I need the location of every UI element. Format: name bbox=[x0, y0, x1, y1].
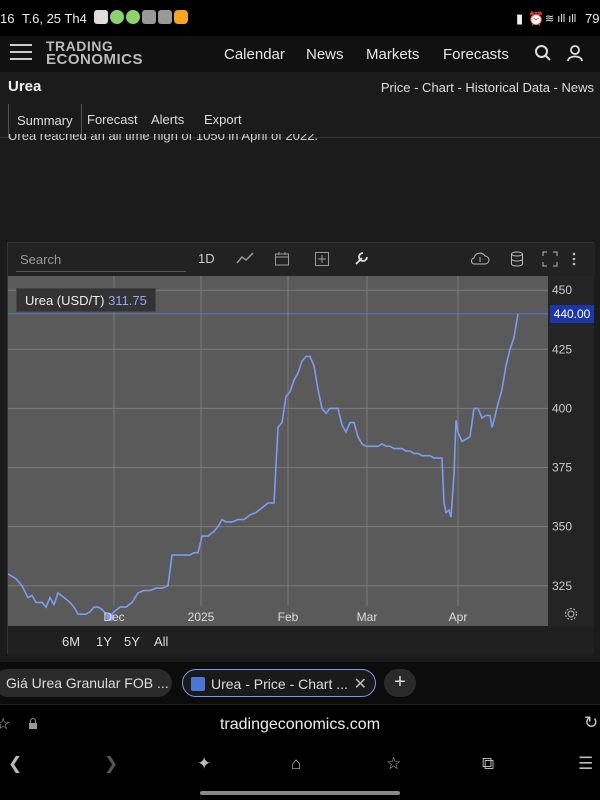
status-date: T.6, 25 Th4 bbox=[22, 11, 87, 26]
tab-forecast[interactable]: Forecast bbox=[87, 112, 138, 127]
site-navbar: TRADING ECONOMICS Calendar News Markets … bbox=[0, 36, 600, 72]
reload-icon[interactable]: ↻ bbox=[584, 713, 598, 733]
browser-tab-label: Urea - Price - Chart ... bbox=[211, 676, 348, 692]
chart-toolbar: 1D bbox=[8, 243, 595, 276]
forward-icon[interactable]: ❯ bbox=[104, 754, 118, 774]
url-bar: ☆ tradingeconomics.com ↻ bbox=[0, 704, 600, 740]
assistant-icon[interactable]: ✦ bbox=[197, 754, 211, 774]
new-tab-button[interactable]: + bbox=[384, 669, 416, 697]
y-tick-label: 350 bbox=[552, 520, 572, 534]
user-icon[interactable] bbox=[566, 44, 584, 67]
last-value-badge: 440.00 bbox=[550, 304, 594, 323]
nav-link-calendar[interactable]: Calendar bbox=[224, 46, 285, 63]
tab-alerts[interactable]: Alerts bbox=[151, 112, 184, 127]
notification-icon bbox=[158, 10, 172, 24]
page-title: Urea bbox=[8, 78, 42, 95]
signal-icon: ≋ ıll ıll bbox=[545, 13, 577, 25]
y-tick-label: 375 bbox=[552, 461, 572, 475]
interval-button[interactable]: 1D bbox=[198, 251, 215, 266]
cursor-tooltip: Urea (USD/T) 311.75 bbox=[16, 288, 156, 312]
range-1y[interactable]: 1Y bbox=[96, 634, 112, 649]
header-links[interactable]: Price - Chart - Historical Data - News bbox=[381, 80, 594, 95]
site-logo[interactable]: TRADING ECONOMICS bbox=[46, 39, 144, 68]
search-icon[interactable] bbox=[534, 44, 552, 67]
browser-tab-active[interactable]: Urea - Price - Chart ... ✕ bbox=[182, 669, 376, 697]
more-options-icon[interactable] bbox=[571, 251, 577, 270]
home-indicator bbox=[200, 791, 400, 795]
range-5y[interactable]: 5Y bbox=[124, 634, 140, 649]
nav-link-markets[interactable]: Markets bbox=[366, 46, 419, 63]
status-time: 16 bbox=[0, 11, 15, 26]
x-tick-label: Feb bbox=[278, 610, 299, 624]
right-axis: 325 350 375 400 425 450 440.00 bbox=[548, 276, 594, 626]
nav-link-news[interactable]: News bbox=[306, 46, 344, 63]
calendar-icon[interactable] bbox=[274, 251, 290, 270]
description-text: Urea reached an all time high of 1050 in… bbox=[8, 134, 318, 148]
wrench-icon[interactable] bbox=[353, 251, 369, 270]
database-icon[interactable] bbox=[510, 251, 524, 270]
series-line bbox=[7, 313, 519, 619]
tab-export[interactable]: Export bbox=[204, 112, 242, 127]
chart-search-input[interactable] bbox=[16, 248, 186, 272]
bookmarks-icon[interactable]: ☆ bbox=[386, 754, 401, 774]
y-axis-svg: 325 350 375 400 425 450 bbox=[552, 283, 572, 593]
tooltip-series-name: Urea (USD/T) bbox=[25, 293, 105, 308]
browser-tab-label: Giá Urea Granular FOB ... bbox=[6, 675, 169, 691]
range-6m[interactable]: 6M bbox=[62, 634, 80, 649]
chart-card: 1D Dec2025F bbox=[7, 242, 595, 654]
y-tick-label: 425 bbox=[552, 342, 572, 356]
notification-icon bbox=[94, 10, 108, 24]
close-tab-icon[interactable]: ✕ bbox=[354, 674, 367, 694]
logo-line2: ECONOMICS bbox=[46, 51, 144, 68]
home-icon[interactable]: ⌂ bbox=[291, 754, 301, 774]
add-indicator-icon[interactable] bbox=[314, 251, 330, 270]
range-all[interactable]: All bbox=[154, 634, 168, 649]
menu-icon[interactable] bbox=[10, 44, 32, 62]
tooltip-value: 311.75 bbox=[108, 293, 147, 308]
description-line: Urea reached an all time high of 1050 in… bbox=[8, 134, 319, 143]
notification-icon bbox=[174, 10, 188, 24]
chart-svg: Dec 2025 Feb Mar Apr bbox=[7, 276, 548, 624]
browser-menu-icon[interactable]: ☰ bbox=[578, 754, 593, 774]
tab-summary[interactable]: Summary bbox=[8, 104, 82, 138]
page-header: Urea Price - Chart - Historical Data - N… bbox=[0, 72, 600, 102]
back-icon[interactable]: ❮ bbox=[8, 754, 22, 774]
favicon-icon bbox=[191, 677, 205, 691]
battery-level: 79 bbox=[585, 11, 600, 26]
x-tick-label: Dec bbox=[103, 610, 124, 624]
cloud-download-icon[interactable] bbox=[470, 251, 490, 270]
y-tick-label: 400 bbox=[552, 401, 572, 415]
fullscreen-icon[interactable] bbox=[542, 251, 558, 270]
battery-saver-icon: ▮ bbox=[516, 11, 524, 26]
tabs-bar: Summary Forecast Alerts Export bbox=[0, 102, 600, 138]
alarm-icon: ⏰ bbox=[528, 11, 545, 26]
line-chart-icon[interactable] bbox=[236, 251, 254, 268]
url-text[interactable]: tradingeconomics.com bbox=[0, 716, 600, 734]
notification-icon bbox=[142, 10, 156, 24]
nav-link-forecasts[interactable]: Forecasts bbox=[443, 46, 509, 63]
x-tick-label: Apr bbox=[449, 610, 468, 624]
notification-icon bbox=[126, 10, 140, 24]
last-value-text: 440.00 bbox=[553, 306, 591, 321]
notification-icon bbox=[110, 10, 124, 24]
x-tick-label: Mar bbox=[357, 610, 378, 624]
x-tick-label: 2025 bbox=[188, 610, 215, 624]
y-tick-label: 325 bbox=[552, 579, 572, 593]
range-selector: 6M 1Y 5Y All bbox=[8, 626, 594, 654]
browser-tab-strip: Giá Urea Granular FOB ... Urea - Price -… bbox=[0, 662, 600, 704]
browser-tab-inactive[interactable]: Giá Urea Granular FOB ... bbox=[0, 669, 172, 697]
status-bar: 16 T.6, 25 Th4 ▮ ⏰ ≋ ıll ıll 79 bbox=[0, 0, 600, 36]
y-tick-label: 450 bbox=[552, 283, 572, 297]
tabs-icon[interactable]: ⧉ bbox=[482, 754, 494, 774]
chart-settings-icon[interactable] bbox=[564, 607, 578, 626]
plot-area[interactable]: Dec 2025 Feb Mar Apr Urea (USD/T) 311.75 bbox=[7, 276, 548, 626]
